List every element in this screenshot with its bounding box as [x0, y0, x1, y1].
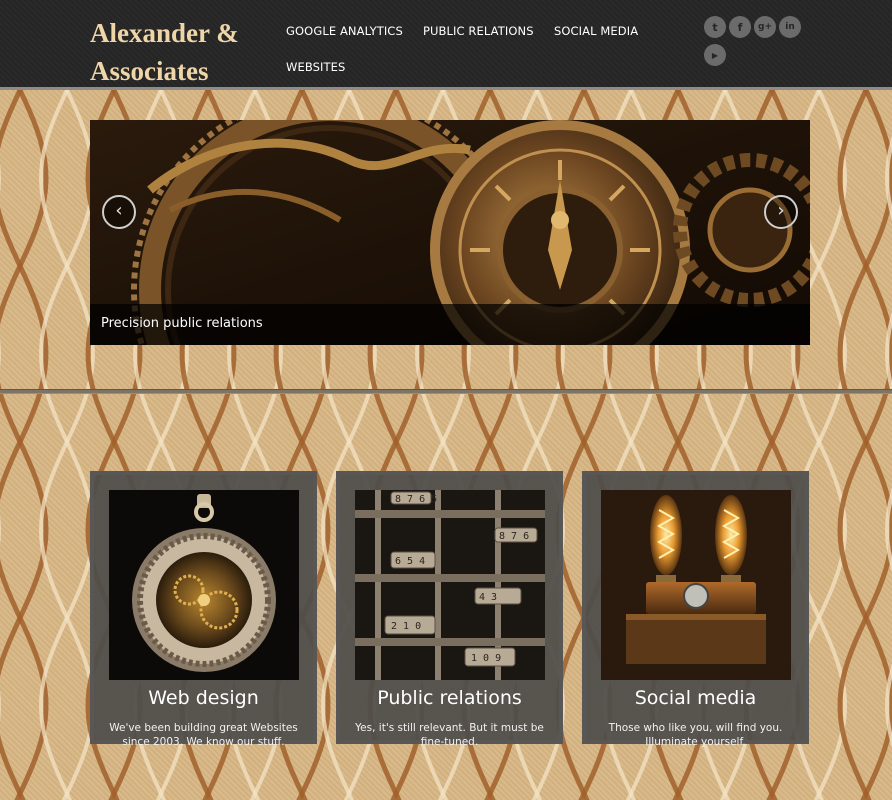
- logo-line-1: Alexander &: [90, 18, 239, 48]
- service-card-web-design[interactable]: Web design We've been building great Web…: [90, 471, 317, 748]
- card-text: Those who like you, will find you. Illum…: [608, 722, 783, 748]
- card-text: Yes, it's still relevant. But it must be…: [355, 722, 544, 748]
- service-card-public-relations[interactable]: 8 7 6 5 8 7 6 6 5 4 4 3 2 1 0 1 0 9 Publ…: [336, 471, 563, 748]
- linkedin-icon[interactable]: in: [779, 16, 801, 38]
- site-header: Alexander & Associates GOOGLE ANALYTICS …: [0, 0, 892, 90]
- site-logo[interactable]: Alexander & Associates: [90, 14, 270, 90]
- logo-line-2: Associates: [90, 56, 209, 86]
- wave-line: [0, 90, 49, 800]
- nav-item-google-analytics[interactable]: GOOGLE ANALYTICS: [286, 24, 403, 38]
- difference-engine-image[interactable]: 8 7 6 5 8 7 6 6 5 4 4 3 2 1 0 1 0 9: [355, 490, 545, 680]
- nav-item-websites[interactable]: WEBSITES: [286, 60, 345, 74]
- twitter-icon[interactable]: t: [704, 16, 726, 38]
- facebook-icon[interactable]: f: [729, 16, 751, 38]
- google-plus-icon[interactable]: g+: [754, 16, 776, 38]
- nav-item-public-relations[interactable]: PUBLIC RELATIONS: [423, 24, 534, 38]
- svg-text:4 3: 4 3: [479, 592, 497, 603]
- hero-slider[interactable]: ‹ › Precision public relations: [90, 120, 810, 345]
- service-card-social-media[interactable]: Social media Those who like you, will fi…: [582, 471, 809, 748]
- svg-text:1 0 9: 1 0 9: [471, 653, 501, 664]
- svg-text:8 7 6: 8 7 6: [499, 531, 529, 542]
- edison-lamp-image[interactable]: [601, 490, 791, 680]
- slider-next-button[interactable]: ›: [764, 195, 798, 229]
- svg-text:2 1 0: 2 1 0: [391, 621, 421, 632]
- card-title: Web design: [148, 687, 259, 709]
- slider-caption-bar: Precision public relations: [90, 304, 810, 345]
- slider-prev-button[interactable]: ‹: [102, 195, 136, 229]
- card-text: We've been building great Websites since…: [109, 722, 298, 748]
- svg-text:6 5 4: 6 5 4: [395, 556, 425, 567]
- nav-item-social-media[interactable]: SOCIAL MEDIA: [554, 24, 638, 38]
- card-title: Social media: [634, 687, 757, 709]
- card-title: Public relations: [377, 687, 522, 709]
- svg-text:8 7 6 5: 8 7 6 5: [395, 494, 437, 505]
- youtube-icon[interactable]: ▶: [704, 44, 726, 66]
- wave-line: [39, 90, 96, 800]
- slider-caption: Precision public relations: [101, 316, 263, 331]
- pocket-watch-image[interactable]: [109, 490, 299, 680]
- wave-line: [837, 90, 892, 800]
- section-divider: [0, 389, 892, 394]
